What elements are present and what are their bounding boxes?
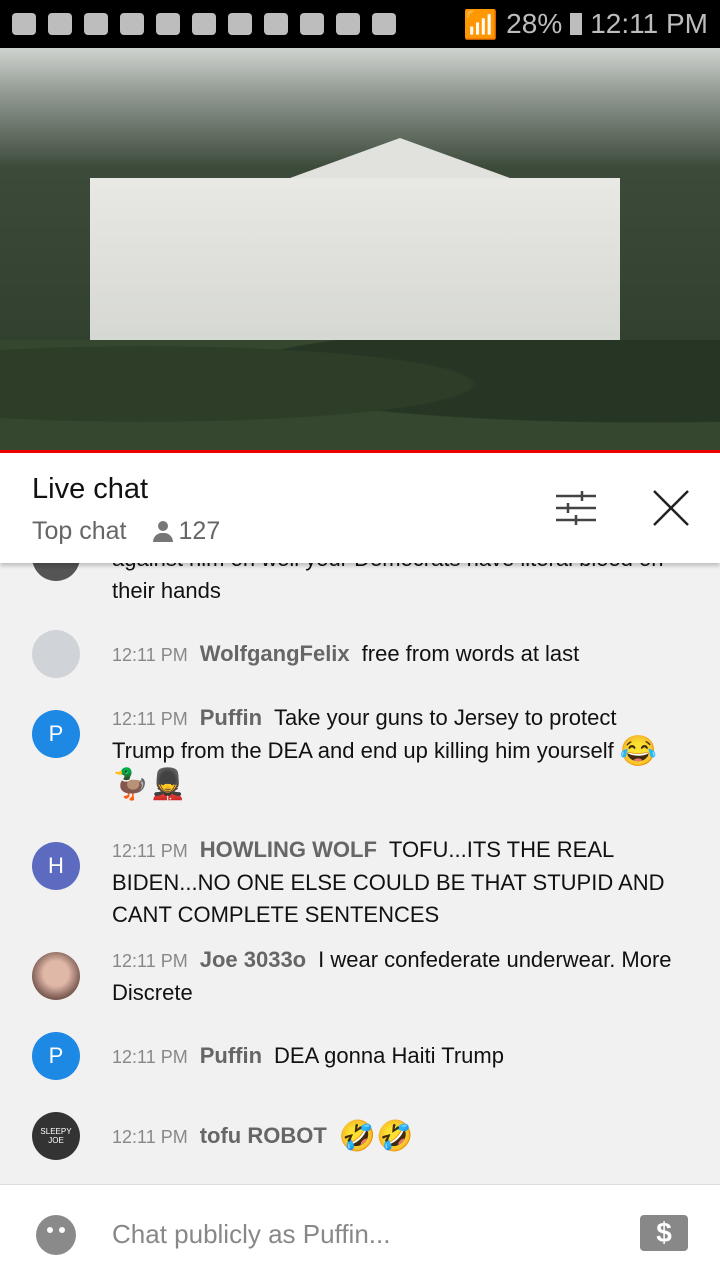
author-name[interactable]: HOWLING WOLF: [200, 837, 377, 862]
crown-icon: [192, 13, 216, 35]
youtube-icon: [48, 13, 72, 35]
chat-input-bar: Chat publicly as Puffin... $: [0, 1184, 720, 1280]
video-player[interactable]: [0, 48, 720, 450]
play-store-icon: [372, 13, 396, 35]
close-icon[interactable]: [652, 489, 690, 527]
author-name[interactable]: Puffin: [200, 1043, 262, 1068]
avatar: SLEEPY JOE: [32, 1112, 80, 1160]
avatar: P: [32, 1032, 80, 1080]
crown-icon: [156, 13, 180, 35]
chat-header: Live chat Top chat 127: [0, 453, 720, 563]
filter-icon[interactable]: [556, 491, 596, 525]
chat-title: Live chat: [32, 473, 149, 505]
author-name[interactable]: tofu ROBOT: [200, 1123, 327, 1148]
avatar: P: [32, 710, 80, 758]
author-name[interactable]: WolfgangFelix: [200, 641, 350, 666]
chat-list[interactable]: against him oh well your Democrats have …: [0, 530, 720, 1182]
folder-icon: [228, 13, 252, 35]
video-frame-trees: [0, 340, 720, 450]
viewer-count: 127: [178, 517, 221, 545]
battery-percent: 28%: [506, 8, 563, 39]
author-name[interactable]: Joe 3033o: [200, 947, 306, 972]
status-bar: 📶 28% 12:11 PM: [0, 0, 720, 48]
youtube-icon: [120, 13, 144, 35]
avatar: H: [32, 842, 80, 890]
author-name[interactable]: Puffin: [200, 705, 262, 730]
youtube-icon: [84, 13, 108, 35]
chat-input[interactable]: Chat publicly as Puffin...: [112, 1219, 390, 1250]
super-chat-icon[interactable]: $: [640, 1215, 688, 1251]
emoji-picker-icon[interactable]: [36, 1215, 76, 1255]
clock: 12:11 PM: [590, 8, 708, 39]
battery-icon: [570, 13, 583, 35]
message-icon: [12, 13, 36, 35]
emoji: 🤣🤣: [338, 1120, 414, 1154]
top-chat-selector[interactable]: Top chat: [32, 517, 127, 546]
news-icon: [336, 13, 360, 35]
wifi-icon: 📶: [463, 8, 499, 40]
avatar: [32, 630, 80, 678]
warning-icon: [264, 13, 288, 35]
person-icon: [152, 520, 173, 543]
avatar: [32, 952, 80, 1000]
video-frame-building: [90, 138, 620, 358]
image-icon: [300, 13, 324, 35]
